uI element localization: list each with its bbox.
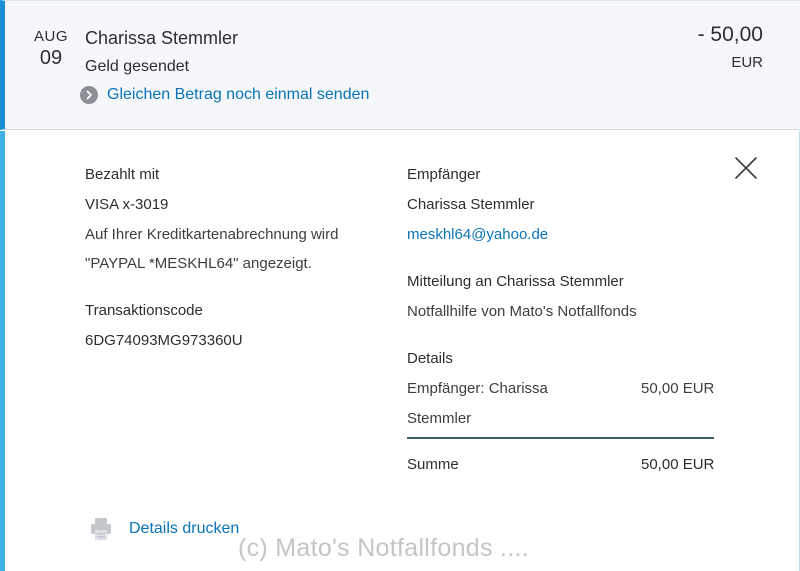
details-divider — [407, 437, 714, 439]
transaction-code: 6DG74093MG973360U — [85, 332, 243, 349]
transaction-amount: - 50,00 — [697, 23, 763, 46]
message-label: Mitteilung an Charissa Stemmler — [407, 273, 624, 290]
payment-card: VISA x-3019 — [85, 196, 169, 213]
detail-item-amount: 50,00 EUR — [641, 380, 715, 397]
print-details-label: Details drucken — [129, 520, 240, 537]
date-day: 09 — [39, 47, 63, 69]
print-details-button[interactable]: Details drucken — [90, 517, 239, 541]
transaction-summary[interactable]: AUG 09 Charissa Stemmler Geld gesendet G… — [0, 0, 800, 130]
detail-item-line2: Stemmler — [407, 410, 472, 427]
sum-amount: 50,00 EUR — [641, 456, 715, 473]
statement-note-line1: Auf Ihrer Kreditkartenabrechnung wird — [85, 226, 339, 243]
transaction-currency: EUR — [731, 54, 763, 71]
paid-with-label: Bezahlt mit — [85, 166, 160, 183]
statement-note-line2: "PAYPAL *MESKHL64" angezeigt. — [85, 255, 312, 272]
close-icon[interactable] — [734, 156, 758, 180]
transaction-code-label: Transaktionscode — [85, 302, 203, 319]
detail-item-line1: Empfänger: Charissa — [407, 380, 548, 397]
details-label: Details — [407, 350, 453, 367]
recipient-full-name: Charissa Stemmler — [407, 196, 535, 213]
send-again-label: Gleichen Betrag noch einmal senden — [107, 86, 370, 103]
send-again-link[interactable]: Gleichen Betrag noch einmal senden — [80, 86, 369, 104]
sum-label: Summe — [407, 456, 459, 473]
printer-icon — [90, 517, 112, 541]
watermark: (c) Mato's Notfallfonds .... — [238, 534, 530, 562]
message-text: Notfallhilfe von Mato's Notfallfonds — [407, 303, 637, 320]
date-month: AUG — [33, 28, 68, 45]
transaction-type: Geld gesendet — [85, 58, 190, 75]
recipient-email-link[interactable]: meskhl64@yahoo.de — [407, 226, 548, 243]
recipient-name: Charissa Stemmler — [85, 28, 239, 48]
recipient-label: Empfänger — [407, 166, 481, 183]
transaction-date: AUG 09 — [27, 28, 75, 70]
chevron-right-icon — [80, 86, 98, 104]
